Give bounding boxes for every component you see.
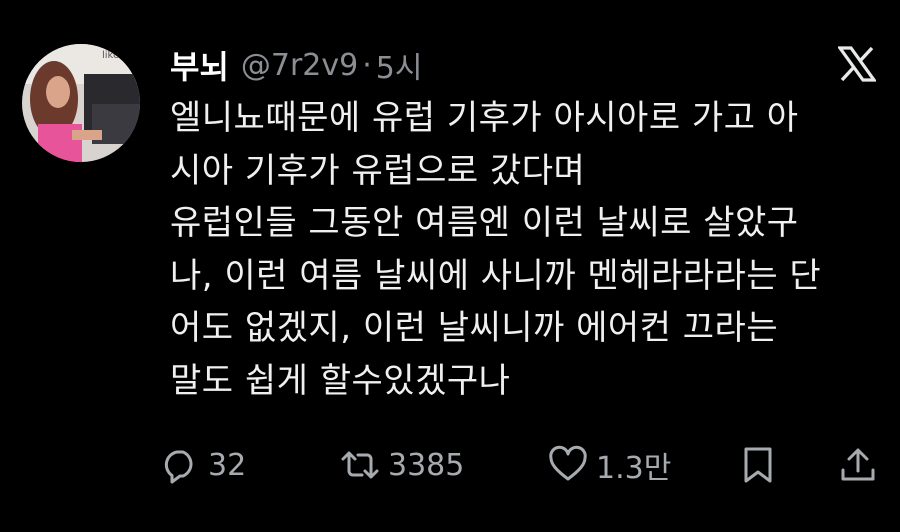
- tweet-body: 엘니뇨때문에 유럽 기후가 아시아로 가고 아 시아 기후가 유럽으로 갔다며 …: [170, 92, 885, 407]
- share-button[interactable]: [838, 442, 878, 488]
- tweet-card[interactable]: like 부뇌 @7r2v9 · 5시 엘니뇨때문에 유럽 기후가 아시아로 가…: [0, 0, 900, 532]
- avatar-image: like: [22, 44, 140, 162]
- tweet-body-line: 나, 이런 여름 날씨에 사니까 멘헤라라라는 단: [170, 255, 822, 296]
- reply-button[interactable]: 32: [160, 442, 246, 488]
- reply-icon: [160, 445, 200, 485]
- tweet-actions: 32 3385 1.3만: [160, 442, 890, 488]
- reply-count: 32: [208, 447, 247, 483]
- tweet-body-line: 엘니뇨때문에 유럽 기후가 아시아로 가고 아: [170, 98, 799, 138]
- retweet-count: 3385: [388, 447, 465, 483]
- bookmark-icon: [738, 445, 778, 485]
- retweet-button[interactable]: 3385: [340, 442, 464, 488]
- like-count: 1.3만: [596, 451, 672, 486]
- tweet-body-line: 유럽인들 그동안 여름엔 이런 날씨로 살았구: [170, 203, 799, 243]
- like-button[interactable]: 1.3만: [548, 442, 671, 488]
- heart-icon: [548, 445, 588, 485]
- separator-dot: ·: [362, 47, 372, 83]
- retweet-icon: [340, 445, 380, 485]
- bookmark-button[interactable]: [738, 442, 778, 488]
- tweet-body-line: 어도 없겠지, 이런 날씨니까 에어컨 끄라는: [170, 308, 779, 348]
- tweet-body-line: 시아 기후가 유럽으로 갔다며: [170, 150, 586, 191]
- avatar[interactable]: like: [22, 44, 140, 162]
- tweet-header: 부뇌 @7r2v9 · 5시: [170, 40, 422, 90]
- x-logo-icon: [836, 46, 878, 82]
- share-icon: [838, 445, 878, 485]
- timestamp[interactable]: 5시: [376, 43, 423, 87]
- tweet-body-line: 말도 쉽게 할수있겠구나: [170, 360, 511, 401]
- avatar-watermark-text: like: [102, 50, 119, 61]
- handle[interactable]: @7r2v9: [241, 48, 358, 83]
- display-name[interactable]: 부뇌: [170, 42, 229, 88]
